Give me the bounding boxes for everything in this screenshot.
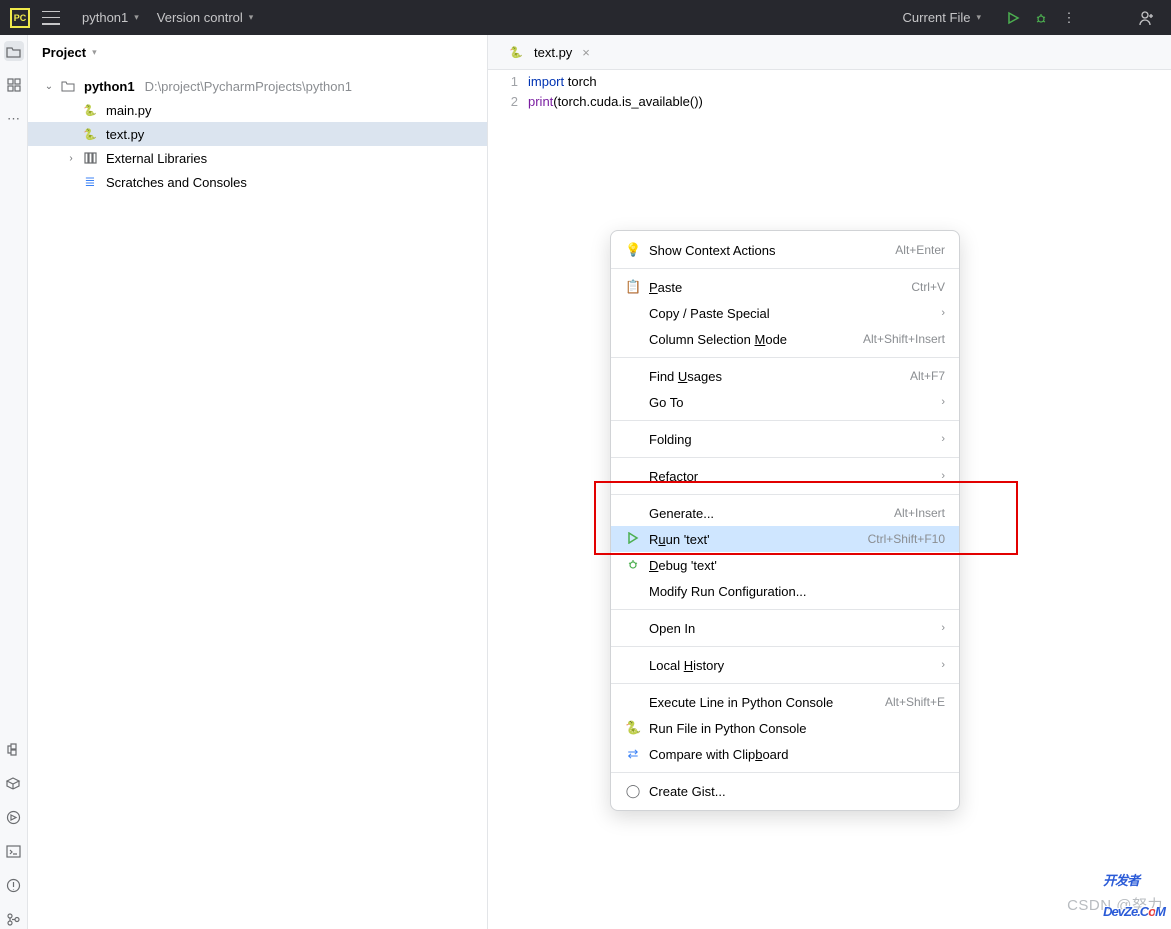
scratch-icon: ≣ xyxy=(82,174,98,190)
tree-external-libs[interactable]: › External Libraries xyxy=(28,146,487,170)
debug-button[interactable] xyxy=(1027,11,1055,25)
tree-scratches[interactable]: ≣ Scratches and Consoles xyxy=(28,170,487,194)
brand-overlay: 开发者DevZe.CoM xyxy=(1103,861,1165,923)
structure-tool-icon[interactable] xyxy=(4,75,24,95)
tab-label: text.py xyxy=(534,45,572,60)
run-config-label: Current File xyxy=(903,10,971,25)
more-button[interactable]: ⋮ xyxy=(1055,10,1083,26)
code-lines: import torch print(torch.cuda.is_availab… xyxy=(528,72,703,112)
file-label: main.py xyxy=(106,103,152,118)
tree-file-main[interactable]: 🐍 main.py xyxy=(28,98,487,122)
debug-icon xyxy=(625,558,641,573)
menu-refactor[interactable]: Refactor› xyxy=(611,463,959,489)
menu-debug[interactable]: Debug 'text' xyxy=(611,552,959,578)
menu-run-file-console[interactable]: 🐍Run File in Python Console xyxy=(611,715,959,741)
packages-icon[interactable] xyxy=(4,773,24,793)
clipboard-icon: 📋 xyxy=(625,279,641,295)
main-menu-button[interactable] xyxy=(42,11,60,25)
editor-tab[interactable]: 🐍 text.py × xyxy=(500,35,598,69)
vcs-label: Version control xyxy=(157,10,243,25)
menu-local-history[interactable]: Local History› xyxy=(611,652,959,678)
tree-root[interactable]: ⌄ python1 D:\project\PycharmProjects\pyt… xyxy=(28,74,487,98)
tree-file-text[interactable]: 🐍 text.py xyxy=(28,122,487,146)
project-dropdown[interactable]: python1 ▾ xyxy=(82,10,139,25)
expand-toggle[interactable]: › xyxy=(64,153,78,164)
menu-run[interactable]: Ruun 'text'Ctrl+Shift+F10 xyxy=(611,526,959,552)
line-gutter: 1 2 xyxy=(488,72,528,112)
submenu-arrow-icon: › xyxy=(941,433,945,445)
menu-show-context-actions[interactable]: 💡Show Context ActionsAlt+Enter xyxy=(611,237,959,263)
more-tool-icon[interactable]: ⋯ xyxy=(4,109,24,129)
run-config-dropdown[interactable]: Current File ▾ xyxy=(903,10,981,25)
expand-toggle[interactable]: ⌄ xyxy=(42,81,56,92)
vcs-icon[interactable] xyxy=(4,909,24,929)
folder-icon xyxy=(60,78,76,94)
python-file-icon: 🐍 xyxy=(508,44,524,60)
pycharm-logo: PC xyxy=(10,8,30,28)
root-path: D:\project\PycharmProjects\python1 xyxy=(145,79,352,94)
services-icon[interactable] xyxy=(4,807,24,827)
left-tool-rail: ⋯ xyxy=(0,35,28,929)
scratch-label: Scratches and Consoles xyxy=(106,175,247,190)
project-tree: ⌄ python1 D:\project\PycharmProjects\pyt… xyxy=(28,70,487,198)
menu-generate[interactable]: Generate...Alt+Insert xyxy=(611,500,959,526)
menu-find-usages[interactable]: Find UsagesAlt+F7 xyxy=(611,363,959,389)
menu-compare-clipboard[interactable]: ⇄Compare with Clipboard xyxy=(611,741,959,767)
project-tool-icon[interactable] xyxy=(4,41,24,61)
terminal-icon[interactable] xyxy=(4,841,24,861)
bulb-icon: 💡 xyxy=(625,242,641,258)
menu-column-selection[interactable]: Column Selection ModeAlt+Shift+Insert xyxy=(611,326,959,352)
chevron-down-icon: ▾ xyxy=(134,12,139,23)
sidebar-header[interactable]: Project ▾ xyxy=(28,35,487,70)
github-icon: ◯ xyxy=(625,783,641,799)
vcs-dropdown[interactable]: Version control ▾ xyxy=(157,10,254,25)
submenu-arrow-icon: › xyxy=(941,622,945,634)
top-toolbar: PC python1 ▾ Version control ▾ Current Fil… xyxy=(0,0,1171,35)
menu-copy-paste-special[interactable]: Copy / Paste Special› xyxy=(611,300,959,326)
menu-modify-run-config[interactable]: Modify Run Configuration... xyxy=(611,578,959,604)
submenu-arrow-icon: › xyxy=(941,659,945,671)
menu-paste[interactable]: 📋PasteCtrl+V xyxy=(611,274,959,300)
submenu-arrow-icon: › xyxy=(941,470,945,482)
library-icon xyxy=(82,150,98,166)
project-sidebar: Project ▾ ⌄ python1 D:\project\PycharmPr… xyxy=(28,35,488,929)
menu-folding[interactable]: Folding› xyxy=(611,426,959,452)
menu-execute-line[interactable]: Execute Line in Python ConsoleAlt+Shift+… xyxy=(611,689,959,715)
ext-label: External Libraries xyxy=(106,151,207,166)
menu-create-gist[interactable]: ◯Create Gist... xyxy=(611,778,959,804)
context-menu: 💡Show Context ActionsAlt+Enter 📋PasteCtr… xyxy=(610,230,960,811)
python-console-icon[interactable] xyxy=(4,739,24,759)
file-label: text.py xyxy=(106,127,144,142)
code-editor[interactable]: 1 2 import torch print(torch.cuda.is_ava… xyxy=(488,70,1171,112)
run-button[interactable] xyxy=(999,11,1027,25)
python-file-icon: 🐍 xyxy=(82,102,98,118)
editor-tabs: 🐍 text.py × xyxy=(488,35,1171,70)
run-icon xyxy=(625,532,641,547)
add-user-icon[interactable] xyxy=(1133,9,1161,27)
python-file-icon: 🐍 xyxy=(82,126,98,142)
menu-open-in[interactable]: Open In› xyxy=(611,615,959,641)
chevron-down-icon: ▾ xyxy=(249,12,254,23)
chevron-down-icon: ▾ xyxy=(976,12,981,23)
submenu-arrow-icon: › xyxy=(941,396,945,408)
diff-icon: ⇄ xyxy=(625,746,641,762)
sidebar-title: Project xyxy=(42,45,86,60)
project-name: python1 xyxy=(82,10,128,25)
problems-icon[interactable] xyxy=(4,875,24,895)
root-name: python1 xyxy=(84,79,135,94)
menu-goto[interactable]: Go To› xyxy=(611,389,959,415)
python-icon: 🐍 xyxy=(625,720,641,736)
close-tab-icon[interactable]: × xyxy=(582,45,590,60)
chevron-down-icon: ▾ xyxy=(92,47,97,58)
submenu-arrow-icon: › xyxy=(941,307,945,319)
